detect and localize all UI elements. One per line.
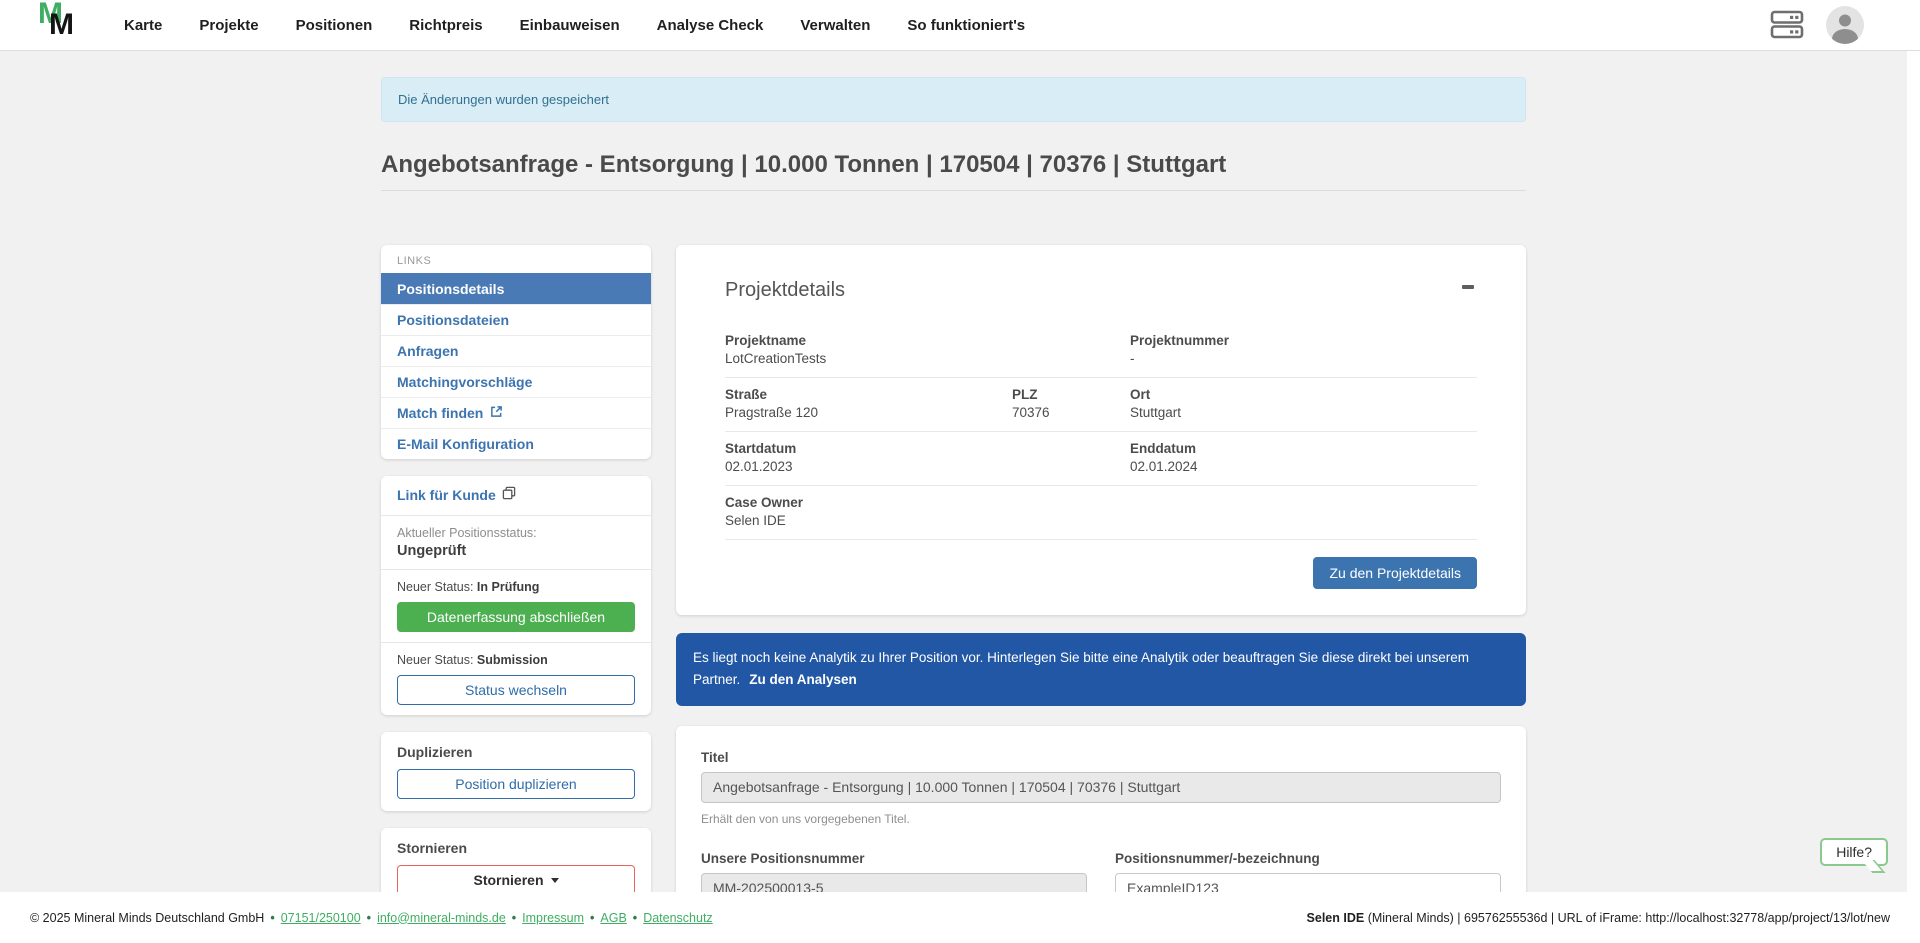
footer-datenschutz-link[interactable]: Datenschutz [643, 911, 712, 925]
projektname-label: Projektname [725, 333, 1130, 348]
new-status-2: Neuer Status: Submission [397, 653, 635, 667]
custom-position-number-label: Positionsnummer/-bezeichnung [1115, 851, 1501, 866]
duplicate-title: Duplizieren [397, 744, 635, 760]
copy-icon [502, 486, 516, 503]
sidebar-item-matchingvorschlaege[interactable]: Matchingvorschläge [381, 366, 651, 397]
scrollbar[interactable] [1907, 51, 1920, 943]
status-card: Link für Kunde Aktueller Positionsstatus… [381, 476, 651, 715]
nav-positionen[interactable]: Positionen [296, 17, 373, 34]
nav-analyse-check[interactable]: Analyse Check [657, 17, 764, 34]
user-avatar-icon[interactable] [1826, 6, 1864, 44]
enddatum-label: Enddatum [1130, 441, 1477, 456]
enddatum-value: 02.01.2024 [1130, 459, 1477, 474]
footer-email-link[interactable]: info@mineral-minds.de [377, 911, 506, 925]
ort-label: Ort [1130, 387, 1477, 402]
cancel-title: Stornieren [397, 840, 635, 856]
sidebar-item-anfragen[interactable]: Anfragen [381, 335, 651, 366]
success-alert: Die Änderungen wurden gespeichert [381, 77, 1526, 122]
strasse-label: Straße [725, 387, 1012, 402]
sidebar-item-email-konfiguration[interactable]: E-Mail Konfiguration [381, 428, 651, 459]
main-column: Projektdetails Projektname LotCreationTe… [676, 245, 1526, 943]
chevron-down-icon [551, 878, 559, 883]
projektnummer-value: - [1130, 351, 1477, 366]
duplicate-card: Duplizieren Position duplizieren [381, 732, 651, 811]
links-header: LINKS [381, 245, 651, 273]
nav-projekte[interactable]: Projekte [199, 17, 258, 34]
projektnummer-label: Projektnummer [1130, 333, 1477, 348]
titel-input[interactable] [701, 772, 1501, 803]
nav-einbauweisen[interactable]: Einbauweisen [520, 17, 620, 34]
case-owner-value: Selen IDE [725, 513, 1477, 528]
customer-link[interactable]: Link für Kunde [397, 486, 516, 503]
our-position-number-label: Unsere Positionsnummer [701, 851, 1087, 866]
plz-label: PLZ [1012, 387, 1130, 402]
top-header: M M Karte Projekte Positionen Richtpreis… [0, 0, 1920, 51]
titel-helper: Erhält den von uns vorgegebenen Titel. [701, 812, 1501, 826]
session-info: Selen IDE (Mineral Minds) | 69576255536d… [1307, 911, 1890, 925]
page-content: Die Änderungen wurden gespeichert Angebo… [0, 51, 1907, 943]
startdatum-label: Startdatum [725, 441, 1130, 456]
go-to-project-details-button[interactable]: Zu den Projektdetails [1313, 557, 1477, 589]
duplicate-position-button[interactable]: Position duplizieren [397, 769, 635, 799]
help-button[interactable]: Hilfe? [1820, 838, 1888, 866]
current-status-value: Ungeprüft [397, 543, 635, 559]
sidebar-item-positionsdateien[interactable]: Positionsdateien [381, 304, 651, 335]
startdatum-value: 02.01.2023 [725, 459, 1130, 474]
sidebar-item-positionsdetails[interactable]: Positionsdetails [381, 273, 651, 304]
footer-impressum-link[interactable]: Impressum [522, 911, 584, 925]
new-status-1: Neuer Status: In Prüfung [397, 580, 635, 594]
nav-so-funktionierts[interactable]: So funktioniert's [907, 17, 1025, 34]
strasse-value: Pragstraße 120 [725, 405, 1012, 420]
footer-agb-link[interactable]: AGB [600, 911, 626, 925]
collapse-card-button[interactable] [1456, 279, 1480, 295]
ort-value: Stuttgart [1130, 405, 1477, 420]
nav-verwalten[interactable]: Verwalten [800, 17, 870, 34]
minus-icon [1462, 285, 1474, 289]
analytics-banner: Es liegt noch keine Analytik zu Ihrer Po… [676, 633, 1526, 706]
project-details-title: Projektdetails [725, 279, 1477, 302]
go-to-analyses-link[interactable]: Zu den Analysen [749, 672, 857, 687]
switch-status-button[interactable]: Status wechseln [397, 675, 635, 705]
nav-karte[interactable]: Karte [124, 17, 162, 34]
server-stack-icon[interactable] [1770, 9, 1804, 41]
complete-data-entry-button[interactable]: Datenerfassung abschließen [397, 602, 635, 632]
copyright-text: © 2025 Mineral Minds Deutschland GmbH [30, 911, 264, 925]
footer: © 2025 Mineral Minds Deutschland GmbH • … [0, 892, 1920, 943]
footer-phone-link[interactable]: 07151/250100 [281, 911, 361, 925]
cancel-dropdown-button[interactable]: Stornieren [397, 865, 635, 895]
projektname-value: LotCreationTests [725, 351, 1130, 366]
links-card: LINKS Positionsdetails Positionsdateien … [381, 245, 651, 459]
sidebar-item-match-finden[interactable]: Match finden [381, 397, 651, 428]
alert-message: Die Änderungen wurden gespeichert [398, 92, 609, 107]
case-owner-label: Case Owner [725, 495, 1477, 510]
external-link-icon [490, 405, 503, 421]
main-nav: Karte Projekte Positionen Richtpreis Ein… [124, 17, 1025, 34]
page-title: Angebotsanfrage - Entsorgung | 10.000 To… [381, 151, 1526, 191]
nav-richtpreis[interactable]: Richtpreis [409, 17, 482, 34]
plz-value: 70376 [1012, 405, 1130, 420]
titel-label: Titel [701, 750, 1501, 765]
mineral-minds-logo-icon[interactable]: M M [36, 3, 84, 47]
project-details-card: Projektdetails Projektname LotCreationTe… [676, 245, 1526, 615]
sidebar: LINKS Positionsdetails Positionsdateien … [381, 245, 651, 924]
current-status-label: Aktueller Positionsstatus: [397, 526, 635, 540]
